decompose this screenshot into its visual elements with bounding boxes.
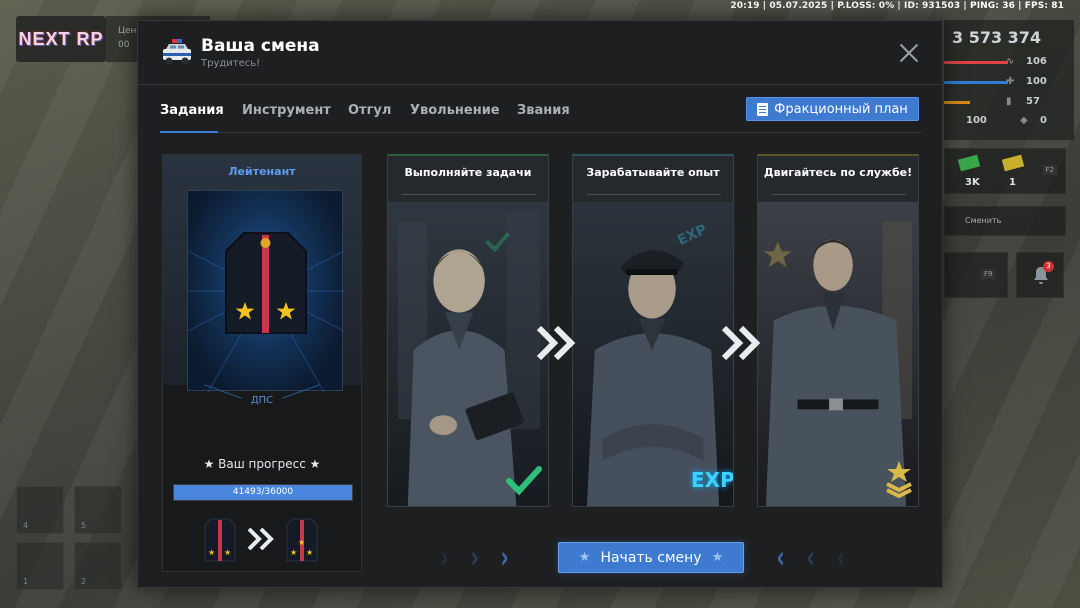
tab-day-off[interactable]: Отгул	[348, 103, 391, 118]
chevron-right-icon: ›	[470, 538, 479, 576]
stage-title: Двигайтесь по службе!	[763, 166, 913, 179]
stage-title: Зарабатывайте опыт	[586, 166, 720, 179]
hotbar-slot[interactable]: 5	[74, 486, 122, 534]
exp-badge: EXP	[691, 468, 734, 492]
armor-bar	[944, 81, 1008, 84]
progress-bar: 41493/36000	[173, 484, 353, 501]
logo-text: NEXT RP	[18, 28, 104, 49]
rank-department: ДПС	[163, 395, 361, 406]
stat-armor: ✚ 100	[1006, 76, 1047, 87]
ammo-icon: ▮	[1006, 96, 1012, 107]
progress-text: 41493/36000	[232, 487, 294, 497]
tab-tool[interactable]: Инструмент	[242, 103, 331, 118]
money-counter: 3 573 374	[952, 28, 1042, 47]
faction-plan-button[interactable]: Фракционный план	[746, 97, 919, 121]
shift-modal: Ваша смена Трудитесь! Задания Инструмент…	[137, 20, 943, 588]
double-chevron-right-icon	[536, 325, 576, 361]
server-logo: NEXT RP	[16, 16, 106, 62]
shield-icon: ◆	[1020, 115, 1028, 126]
chevron-left-icon: ‹	[806, 538, 815, 576]
tab-ranks[interactable]: Звания	[517, 103, 570, 118]
officer-with-tablet-image	[388, 201, 548, 506]
chevron-left-icon: ‹	[836, 538, 845, 576]
start-shift-button[interactable]: ★ Начать смену ★	[558, 542, 744, 573]
rank-transition-icon: ★ ★ ★ ★ ★	[204, 518, 318, 562]
modal-header: Ваша смена Трудитесь!	[138, 21, 942, 85]
hotbar-slot[interactable]: 2	[74, 542, 122, 590]
server-status-line: 20:19 | 05.07.2025 | P.LOSS: 0% | ID: 93…	[730, 1, 1064, 11]
rank-card: Лейтенант ДПС ★ Ваш прогресс ★ 41493/360…	[162, 154, 362, 572]
cash-panel: 3K 1 F2	[944, 148, 1066, 194]
document-icon	[757, 102, 769, 116]
stage-divider	[402, 194, 536, 195]
inventory-shortcut[interactable]: F9	[944, 252, 1008, 298]
switch-panel[interactable]: Сменить	[944, 206, 1066, 236]
gold-cash-icon	[1001, 154, 1025, 172]
checkmark-icon	[506, 466, 542, 496]
stage-title: Выполняйте задачи	[404, 166, 532, 179]
rank-up-icon	[886, 461, 912, 499]
stat-shield: ◆ 0	[1020, 115, 1047, 126]
modal-title: Ваша смена	[201, 36, 320, 56]
chevron-left-icon: ‹	[776, 538, 785, 576]
tab-tasks[interactable]: Задания	[160, 103, 224, 118]
health-bar	[944, 61, 1008, 64]
shoulder-strap-icon	[187, 232, 345, 393]
svg-text:★: ★	[224, 548, 231, 557]
tab-dismissal[interactable]: Увольнение	[410, 103, 500, 118]
close-icon[interactable]	[898, 42, 920, 64]
hunger-bar	[944, 101, 970, 104]
cash-icon	[957, 154, 981, 172]
stat-health: ∿ 106	[1006, 56, 1047, 67]
stage-divider	[772, 194, 906, 195]
hotbar-slot[interactable]: 1	[16, 542, 64, 590]
stage-card-promotion: Двигайтесь по службе!	[757, 154, 919, 507]
armor-icon: ✚	[1006, 76, 1015, 87]
heartbeat-icon: ∿	[1006, 56, 1015, 67]
chevron-right-icon: ›	[500, 538, 509, 576]
double-chevron-right-icon	[721, 325, 761, 361]
svg-text:★: ★	[298, 538, 305, 547]
active-tab-indicator	[160, 131, 218, 133]
notifications-button[interactable]: 3	[1016, 252, 1064, 298]
start-shift-label: Начать смену	[600, 549, 702, 566]
star-icon: ★	[578, 550, 591, 565]
stat-ammo: ▮ 57	[1006, 96, 1040, 107]
left-hud-value: 00	[118, 40, 130, 50]
police-car-icon	[163, 39, 191, 65]
star-icon: ★	[711, 550, 724, 565]
progress-label: ★ Ваш прогресс ★	[203, 457, 321, 471]
modal-subtitle: Трудитесь!	[201, 58, 261, 69]
officer-in-cap-image: EXP	[573, 201, 733, 506]
svg-text:★: ★	[306, 548, 313, 557]
hotbar-slot[interactable]: 4	[16, 486, 64, 534]
stage-divider	[587, 194, 721, 195]
chevron-right-icon: ›	[440, 538, 449, 576]
left-hud-text: Цен	[118, 26, 137, 36]
svg-text:★: ★	[290, 548, 297, 557]
rank-name: Лейтенант	[228, 165, 296, 178]
stat-hunger: 100	[966, 115, 987, 126]
faction-plan-label: Фракционный план	[774, 101, 908, 117]
svg-text:★: ★	[208, 548, 215, 557]
stage-card-tasks: Выполняйте задачи	[387, 154, 549, 507]
stage-card-experience: Зарабатывайте опыт EXP EXP	[572, 154, 734, 507]
rank-insignia-image	[187, 190, 345, 393]
